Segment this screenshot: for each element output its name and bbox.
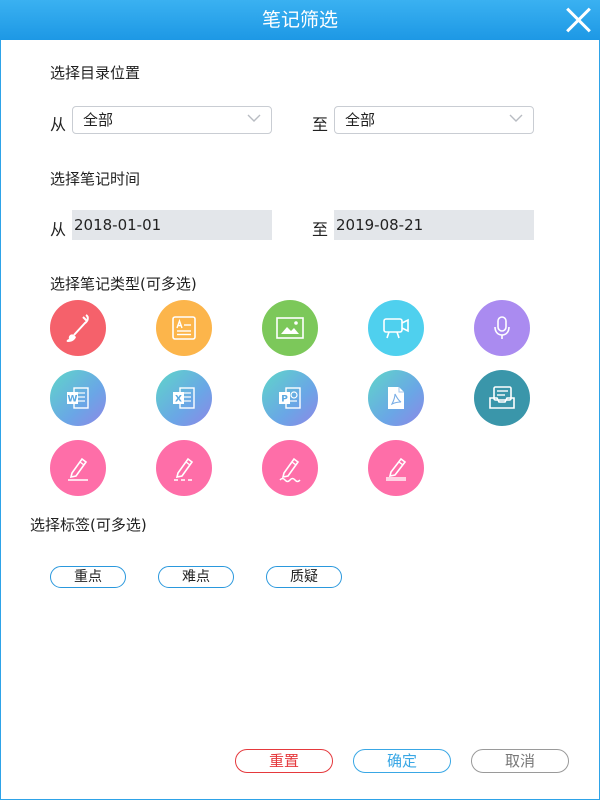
type-audio[interactable]	[474, 300, 530, 356]
type-word[interactable]: W	[50, 370, 106, 426]
directory-to-prefix: 至	[312, 115, 329, 134]
powerpoint-doc-icon: P	[279, 387, 301, 409]
inbox-icon	[489, 386, 515, 409]
type-image[interactable]	[262, 300, 318, 356]
directory-from-value: 全部	[83, 111, 114, 129]
chevron-down-icon	[509, 114, 523, 122]
tag-key-point[interactable]: 重点	[50, 566, 126, 588]
directory-from-select[interactable]: 全部	[72, 106, 272, 134]
highlighter-icon	[386, 457, 407, 481]
types-label: 选择笔记类型(可多选)	[50, 275, 197, 293]
reset-button[interactable]: 重置	[235, 749, 333, 773]
type-paintbrush[interactable]	[50, 300, 106, 356]
image-icon	[276, 317, 304, 339]
tag-question[interactable]: 质疑	[266, 566, 342, 588]
svg-text:X: X	[175, 395, 182, 405]
directory-label: 选择目录位置	[50, 64, 141, 82]
pen-wavy-underline-icon	[279, 457, 301, 483]
confirm-button[interactable]: 确定	[353, 749, 451, 773]
type-inbox[interactable]	[474, 370, 530, 426]
type-pen-underline[interactable]	[50, 440, 106, 496]
svg-text:W: W	[68, 395, 78, 405]
chevron-down-icon	[247, 114, 261, 122]
time-from-prefix: 从	[50, 220, 67, 239]
time-to-prefix: 至	[312, 220, 329, 239]
pen-underline-icon	[68, 457, 88, 481]
directory-to-value: 全部	[345, 111, 376, 129]
microphone-icon	[494, 316, 510, 339]
tags-label: 选择标签(可多选)	[30, 516, 147, 534]
type-powerpoint[interactable]: P	[262, 370, 318, 426]
type-pen-wavy[interactable]	[262, 440, 318, 496]
video-icon	[383, 318, 409, 339]
end-date-field[interactable]: 2019-08-21	[334, 210, 534, 240]
word-doc-icon: W	[67, 387, 89, 409]
tag-difficult-point[interactable]: 难点	[158, 566, 234, 588]
directory-to-select[interactable]: 全部	[334, 106, 534, 134]
title-bar: 笔记筛选	[0, 0, 600, 40]
type-highlighter[interactable]	[368, 440, 424, 496]
directory-from-prefix: 从	[50, 115, 67, 134]
type-text-card[interactable]	[156, 300, 212, 356]
type-pdf[interactable]	[368, 370, 424, 426]
cancel-button[interactable]: 取消	[471, 749, 569, 773]
type-excel[interactable]: X	[156, 370, 212, 426]
time-label: 选择笔记时间	[50, 170, 141, 188]
svg-text:P: P	[281, 395, 288, 405]
start-date-field[interactable]: 2018-01-01	[72, 210, 272, 240]
dialog-title: 笔记筛选	[261, 9, 338, 31]
type-pen-dashed[interactable]	[156, 440, 212, 496]
text-card-icon	[172, 316, 196, 340]
pdf-doc-icon	[388, 387, 404, 409]
excel-doc-icon: X	[173, 387, 195, 409]
pen-dashed-underline-icon	[174, 457, 194, 481]
type-video[interactable]	[368, 300, 424, 356]
paintbrush-icon	[66, 314, 89, 342]
close-icon[interactable]	[564, 6, 592, 34]
